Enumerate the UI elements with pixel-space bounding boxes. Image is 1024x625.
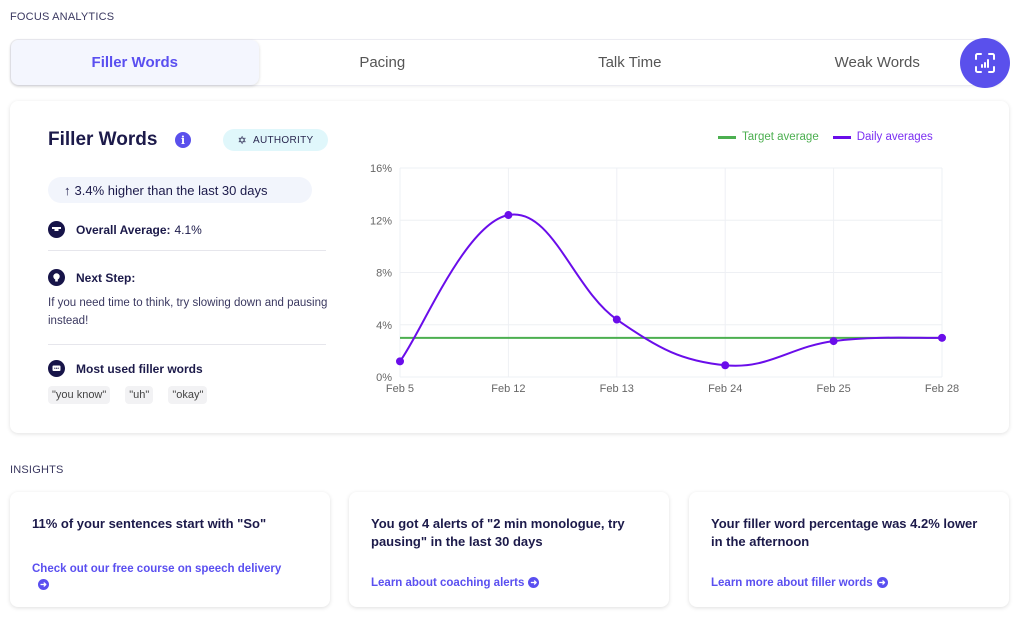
focus-analytics-label: FOCUS ANALYTICS [10,11,115,23]
analytics-scan-icon [975,53,995,73]
data-point-daily-averages [721,361,730,370]
y-tick-label: 4% [376,320,392,332]
insight-link[interactable]: Learn more about filler words ➜ [711,576,888,591]
insight-link[interactable]: Check out our free course on speech deli… [32,562,302,592]
arrow-right-circle-icon[interactable]: ➜ [528,577,540,589]
y-tick-label: 12% [370,215,392,227]
arrow-right-circle-icon[interactable]: ➜ [876,577,888,589]
insight-headline: 11% of your sentences start with "So" [32,516,267,531]
arrow-right-circle-icon[interactable]: ➜ [38,579,49,591]
data-point-daily-averages [829,337,838,346]
insight-card: 11% of your sentences start with "So" Ch… [10,492,330,607]
insight-link[interactable]: Learn about coaching alerts ➜ [371,576,540,591]
x-tick-label: Feb 12 [491,383,525,395]
data-point-daily-averages [612,315,621,324]
data-point-daily-averages [396,357,404,366]
x-tick-label: Feb 25 [816,383,850,395]
series-line-daily-averages [399,213,943,367]
insight-card: Your filler word percentage was 4.2% low… [689,492,1009,607]
chart-grid [399,167,943,378]
x-tick-label: Feb 13 [600,383,634,395]
x-axis-ticks: Feb 5 Feb 12 Feb 13 Feb 24 Feb 25 Feb 28 [386,383,959,395]
insight-headline: Your filler word percentage was 4.2% low… [711,516,978,549]
filler-words-chart: 0%4%8%12%16% Feb 5 Feb 12 Feb 13 Feb 24 Feb … [370,163,959,395]
filler-words-card: Filler Words i ✡ AUTHORITY ↑ 3.4% higher… [10,101,1009,433]
insight-link-text[interactable]: Learn more about filler words [711,577,873,589]
y-tick-label: 16% [370,163,392,175]
insight-link-text[interactable]: Check out our free course on speech deli… [32,563,281,575]
tab-bar: Filler Words Pacing Talk Time Weak Words [10,39,1002,86]
y-axis-ticks: 0%4%8%12%16% [370,163,392,384]
tab-filler-words[interactable]: Filler Words [11,40,259,85]
x-tick-label: Feb 24 [708,383,742,395]
analytics-scan-button[interactable] [960,38,1010,88]
x-tick-label: Feb 28 [925,383,959,395]
data-point-daily-averages [938,333,946,342]
tab-pacing[interactable]: Pacing [259,40,507,85]
tab-talk-time[interactable]: Talk Time [506,40,754,85]
insight-card: You got 4 alerts of "2 min monologue, tr… [349,492,669,607]
chart-series [396,211,946,370]
insight-headline: You got 4 alerts of "2 min monologue, tr… [371,516,625,549]
x-tick-label: Feb 5 [386,383,414,395]
insight-link-text[interactable]: Learn about coaching alerts [371,577,524,589]
y-tick-label: 8% [376,268,392,280]
insights-label: INSIGHTS [10,464,64,476]
data-point-daily-averages [504,211,513,220]
